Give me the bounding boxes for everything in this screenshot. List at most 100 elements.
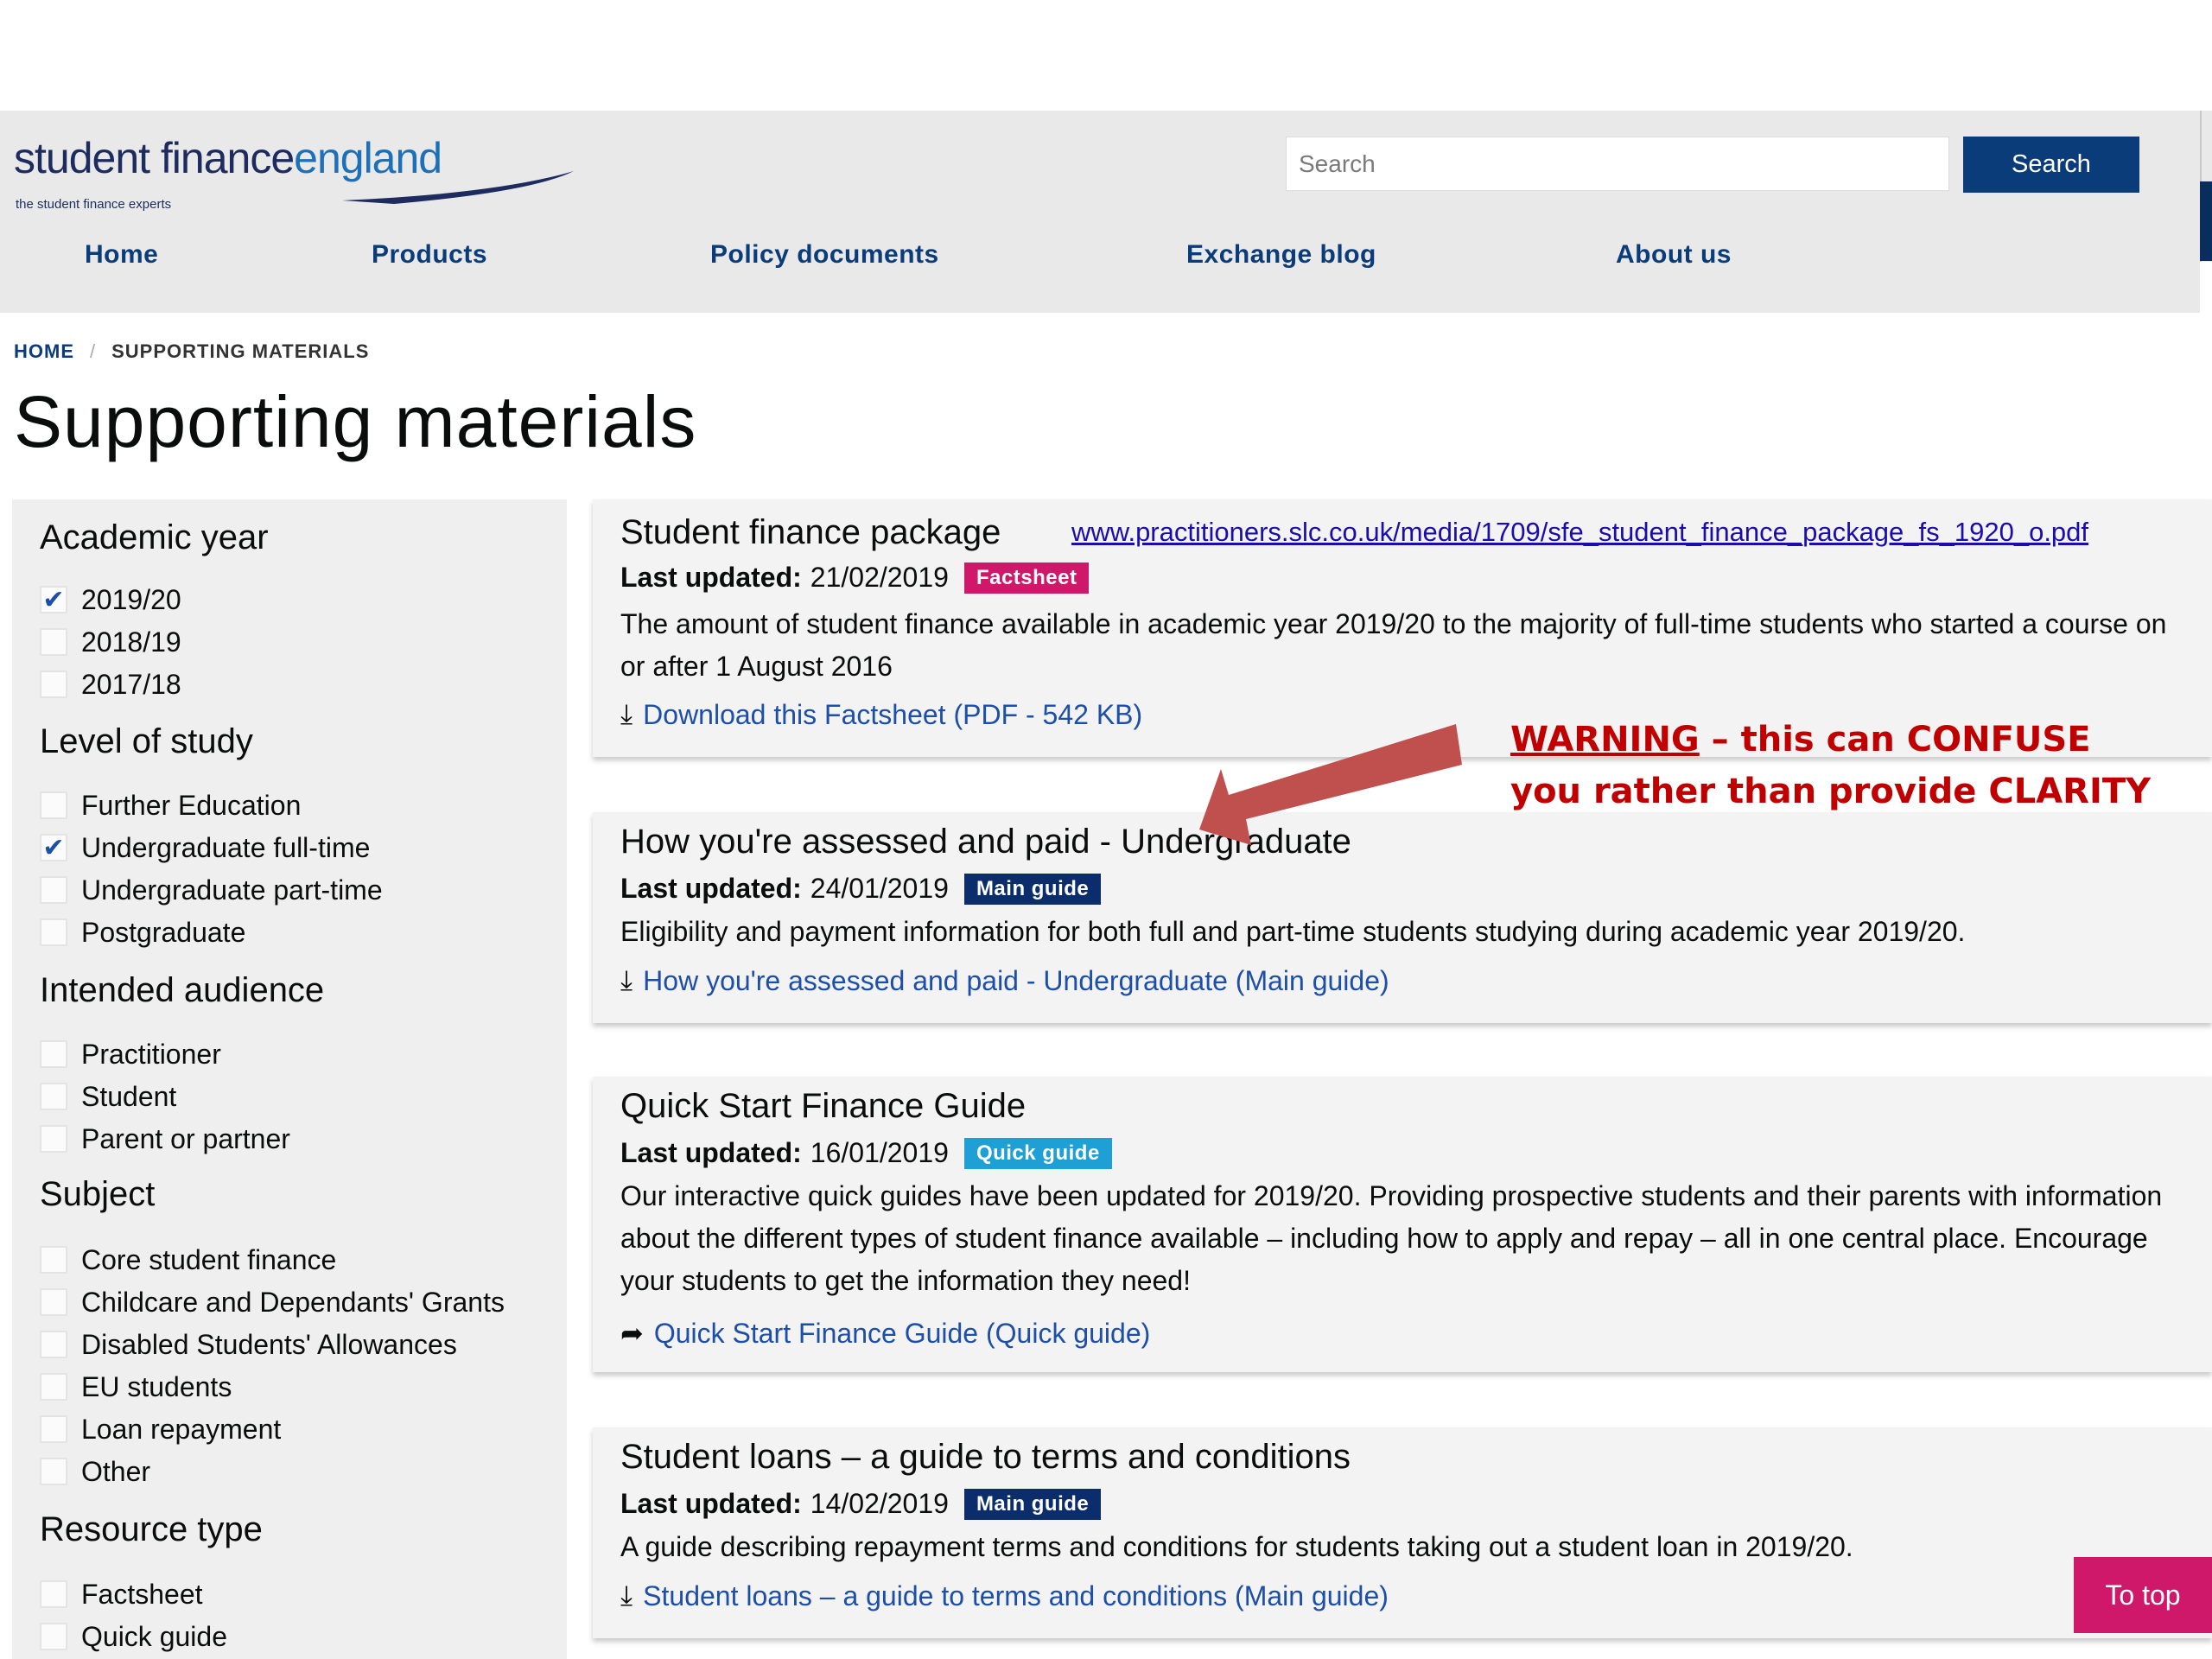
nav-exchange-blog[interactable]: Exchange blog [1186, 240, 1376, 270]
filter-option-quick-guide[interactable]: Quick guide [40, 1619, 227, 1654]
checkbox-eu-students[interactable] [40, 1373, 67, 1401]
result-meta: Last updated: 14/02/2019 Main guide [620, 1488, 1102, 1520]
filter-option-undergraduate-full-time[interactable]: Undergraduate full-time [40, 830, 370, 865]
resource-type-badge: Quick guide [963, 1137, 1112, 1169]
checkbox-undergraduate-part-time[interactable] [40, 876, 67, 904]
checkbox-parent-or-partner[interactable] [40, 1125, 67, 1153]
checkbox-undergraduate-full-time[interactable] [40, 834, 67, 861]
filter-option-other[interactable]: Other [40, 1454, 150, 1489]
filter-option-label: Undergraduate full-time [81, 831, 371, 863]
result-description: A guide describing repayment terms and c… [620, 1531, 1853, 1562]
filter-option-disabled-students-allowances[interactable]: Disabled Students' Allowances [40, 1327, 457, 1362]
result-card: Student loans – a guide to terms and con… [593, 1427, 2212, 1638]
site-logo[interactable]: student financeengland the student finan… [14, 133, 574, 212]
filter-option-parent-or-partner[interactable]: Parent or partner [40, 1122, 290, 1156]
filter-option-further-education[interactable]: Further Education [40, 788, 301, 823]
checkbox-student[interactable] [40, 1083, 67, 1110]
checkbox-2018-19[interactable] [40, 628, 67, 656]
breadcrumb-separator: / [90, 340, 97, 362]
warning-line-2: you rather than provide CLARITY [1510, 772, 2152, 811]
resource-type-badge: Main guide [963, 1488, 1102, 1520]
result-meta: Last updated: 16/01/2019 Quick guide [620, 1137, 1112, 1169]
logo-tagline: the student finance experts [16, 197, 172, 212]
nav-about-us[interactable]: About us [1616, 240, 1732, 270]
checkbox-2019-20[interactable] [40, 586, 67, 613]
result-meta: Last updated: 24/01/2019 Main guide [620, 873, 1102, 905]
filter-option-practitioner[interactable]: Practitioner [40, 1037, 221, 1071]
resource-type-badge: Factsheet [963, 562, 1090, 594]
warning-line-1-rest: – this can CONFUSE [1699, 720, 2091, 760]
filter-option-student[interactable]: Student [40, 1079, 176, 1114]
download-link-label: Student loans – a guide to terms and con… [643, 1580, 1389, 1611]
result-title[interactable]: How you're assessed and paid - Undergrad… [620, 823, 1351, 861]
filter-option-factsheet[interactable]: Factsheet [40, 1577, 203, 1611]
filter-option-2018-19[interactable]: 2018/19 [40, 625, 181, 659]
result-title[interactable]: Student finance package [620, 513, 1001, 552]
to-top-button[interactable]: To top [2074, 1557, 2212, 1633]
main-nav: Home Products Policy documents Exchange … [0, 240, 1901, 292]
filter-option-2019-20[interactable]: 2019/20 [40, 582, 181, 617]
filter-option-loan-repayment[interactable]: Loan repayment [40, 1412, 281, 1446]
filter-option-label: Core student finance [81, 1243, 337, 1275]
quick-guide-link-label: Quick Start Finance Guide (Quick guide) [653, 1317, 1151, 1349]
result-meta: Last updated: 21/02/2019 Factsheet [620, 562, 1090, 594]
checkbox-2017-18[interactable] [40, 671, 67, 698]
resource-type-badge: Main guide [963, 873, 1102, 905]
checkbox-childcare-grants[interactable] [40, 1288, 67, 1316]
search-button[interactable]: Search [1963, 137, 2139, 193]
download-icon: ⤓ [620, 964, 633, 995]
result-title[interactable]: Student loans – a guide to terms and con… [620, 1438, 1351, 1477]
updated-label: Last updated: [620, 1137, 802, 1168]
download-link[interactable]: ⤓ How you're assessed and paid - Undergra… [620, 964, 1389, 997]
checkbox-disabled-students-allowances[interactable] [40, 1331, 67, 1358]
filter-option-label: EU students [81, 1370, 232, 1402]
filter-option-2017-18[interactable]: 2017/18 [40, 667, 181, 702]
download-link[interactable]: ⤓ Student loans – a guide to terms and co… [620, 1580, 1389, 1612]
updated-date: 21/02/2019 [810, 562, 949, 593]
breadcrumb-current: SUPPORTING MATERIALS [111, 340, 370, 362]
checkbox-other[interactable] [40, 1458, 67, 1485]
filter-option-label: Quick guide [81, 1620, 227, 1652]
updated-date: 14/02/2019 [810, 1488, 949, 1519]
result-url-link[interactable]: www.practitioners.slc.co.uk/media/1709/s… [1071, 517, 2088, 548]
checkbox-further-education[interactable] [40, 791, 67, 819]
site-header: student financeengland the student finan… [0, 111, 2200, 313]
filter-option-label: Parent or partner [81, 1122, 290, 1154]
nav-policy-documents[interactable]: Policy documents [710, 240, 939, 270]
filter-option-core-student-finance[interactable]: Core student finance [40, 1243, 336, 1277]
checkbox-factsheet[interactable] [40, 1580, 67, 1608]
breadcrumb-home[interactable]: HOME [14, 340, 74, 362]
result-title[interactable]: Quick Start Finance Guide [620, 1087, 1026, 1126]
filter-heading-intended-audience: Intended audience [40, 971, 325, 1009]
window-edge-accent [2200, 181, 2212, 261]
updated-label: Last updated: [620, 562, 802, 593]
checkbox-loan-repayment[interactable] [40, 1415, 67, 1443]
filter-option-undergraduate-part-time[interactable]: Undergraduate part-time [40, 873, 383, 907]
nav-home[interactable]: Home [85, 240, 158, 270]
filter-option-childcare-grants[interactable]: Childcare and Dependants' Grants [40, 1285, 505, 1319]
checkbox-core-student-finance[interactable] [40, 1246, 67, 1274]
download-icon: ⤓ [620, 698, 633, 729]
filter-heading-level-of-study: Level of study [40, 722, 253, 760]
result-card: How you're assessed and paid - Undergrad… [593, 812, 2212, 1023]
warning-annotation: WARNING – this can CONFUSE you rather th… [1510, 714, 2151, 817]
breadcrumb: HOME / SUPPORTING MATERIALS [14, 340, 369, 363]
filter-option-postgraduate[interactable]: Postgraduate [40, 915, 245, 950]
filter-sidebar: Academic year 2019/20 2018/19 2017/18 Le… [12, 499, 567, 1659]
filter-heading-academic-year: Academic year [40, 518, 269, 556]
warning-word: WARNING [1510, 720, 1700, 760]
checkbox-quick-guide[interactable] [40, 1623, 67, 1650]
search-input[interactable] [1286, 137, 1949, 191]
download-link[interactable]: ⤓ Download this Factsheet (PDF - 542 KB) [620, 698, 1142, 731]
nav-products[interactable]: Products [372, 240, 487, 270]
filter-option-label: Disabled Students' Allowances [81, 1328, 457, 1360]
page-title: Supporting materials [14, 381, 697, 462]
filter-option-eu-students[interactable]: EU students [40, 1370, 232, 1404]
result-card: Quick Start Finance Guide Last updated: 1… [593, 1077, 2212, 1372]
filter-option-label: 2017/18 [81, 668, 181, 700]
checkbox-practitioner[interactable] [40, 1040, 67, 1068]
checkbox-postgraduate[interactable] [40, 918, 67, 946]
filter-option-label: Practitioner [81, 1038, 221, 1070]
quick-guide-link[interactable]: ➦ Quick Start Finance Guide (Quick guide) [620, 1317, 1150, 1350]
filter-option-label: Loan repayment [81, 1413, 282, 1445]
